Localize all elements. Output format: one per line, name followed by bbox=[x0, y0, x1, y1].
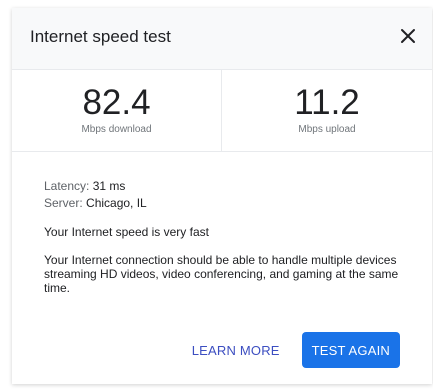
download-unit: Mbps download bbox=[81, 124, 152, 135]
test-again-button[interactable]: TEST AGAIN bbox=[301, 332, 400, 368]
download-value: 82.4 bbox=[82, 83, 151, 122]
speed-description: Your Internet connection should be able … bbox=[44, 253, 399, 295]
dialog-title: Internet speed test bbox=[30, 27, 171, 46]
speed-summary: Your Internet speed is very fast bbox=[44, 225, 209, 239]
server-value: Chicago, IL bbox=[86, 196, 147, 210]
upload-unit: Mbps upload bbox=[298, 124, 356, 135]
close-button[interactable] bbox=[396, 24, 420, 48]
server-line: Server: Chicago, IL bbox=[44, 195, 414, 212]
upload-stat: 11.2 Mbps upload bbox=[222, 70, 432, 152]
server-label: Server: bbox=[44, 196, 83, 210]
learn-more-link[interactable]: LEARN MORE bbox=[192, 343, 280, 358]
latency-line: Latency: 31 ms bbox=[44, 178, 414, 195]
dialog-header: Internet speed test bbox=[12, 8, 432, 70]
speed-details: Latency: 31 ms Server: Chicago, IL Your … bbox=[44, 178, 414, 295]
upload-value: 11.2 bbox=[294, 83, 360, 122]
latency-value: 31 ms bbox=[92, 179, 126, 193]
download-stat: 82.4 Mbps download bbox=[12, 70, 222, 152]
latency-label: Latency: bbox=[44, 179, 90, 193]
dialog-actions: LEARN MORE TEST AGAIN bbox=[192, 332, 400, 368]
close-icon bbox=[401, 29, 415, 43]
speed-test-dialog: Internet speed test 82.4 Mbps download 1… bbox=[12, 8, 432, 384]
speed-results: 82.4 Mbps download 11.2 Mbps upload bbox=[12, 70, 432, 152]
